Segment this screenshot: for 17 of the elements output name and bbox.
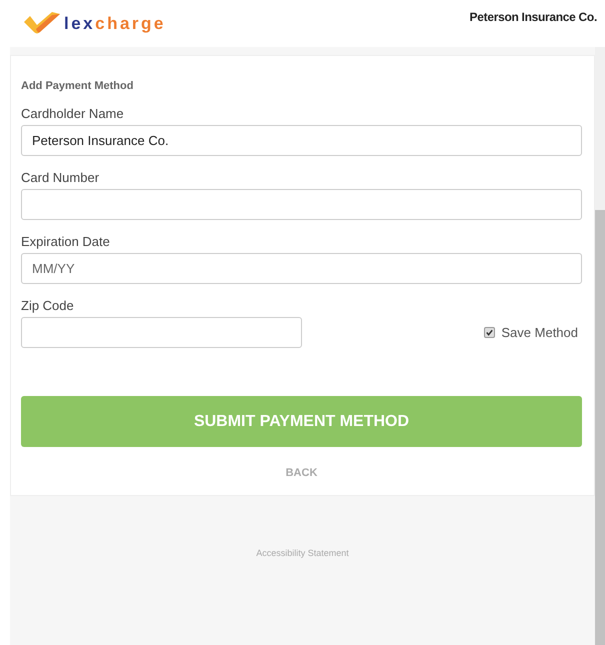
input-field[interactable]: Peterson Insurance Co.: [21, 125, 582, 156]
account-name: Peterson Insurance Co.: [470, 10, 597, 24]
field-label: Card Number: [21, 170, 100, 185]
input-field[interactable]: MM/YY: [21, 253, 582, 284]
submit-button[interactable]: SUBMIT PAYMENT METHOD: [21, 396, 582, 447]
scrollbar[interactable]: [595, 47, 605, 645]
input-field[interactable]: [21, 317, 302, 348]
back-link[interactable]: BACK: [286, 467, 318, 479]
field-label: Cardholder Name: [21, 106, 125, 121]
checkbox[interactable]: [484, 327, 496, 338]
input-field[interactable]: [21, 189, 582, 220]
checkbox-label: Save Method: [501, 325, 578, 340]
field-label: Expiration Date: [21, 234, 111, 249]
form-title: Add Payment Method: [21, 80, 134, 92]
accessibility-link[interactable]: Accessibility Statement: [256, 548, 349, 558]
logo-text: lexcharge: [64, 14, 166, 34]
field-label: Zip Code: [21, 298, 75, 313]
